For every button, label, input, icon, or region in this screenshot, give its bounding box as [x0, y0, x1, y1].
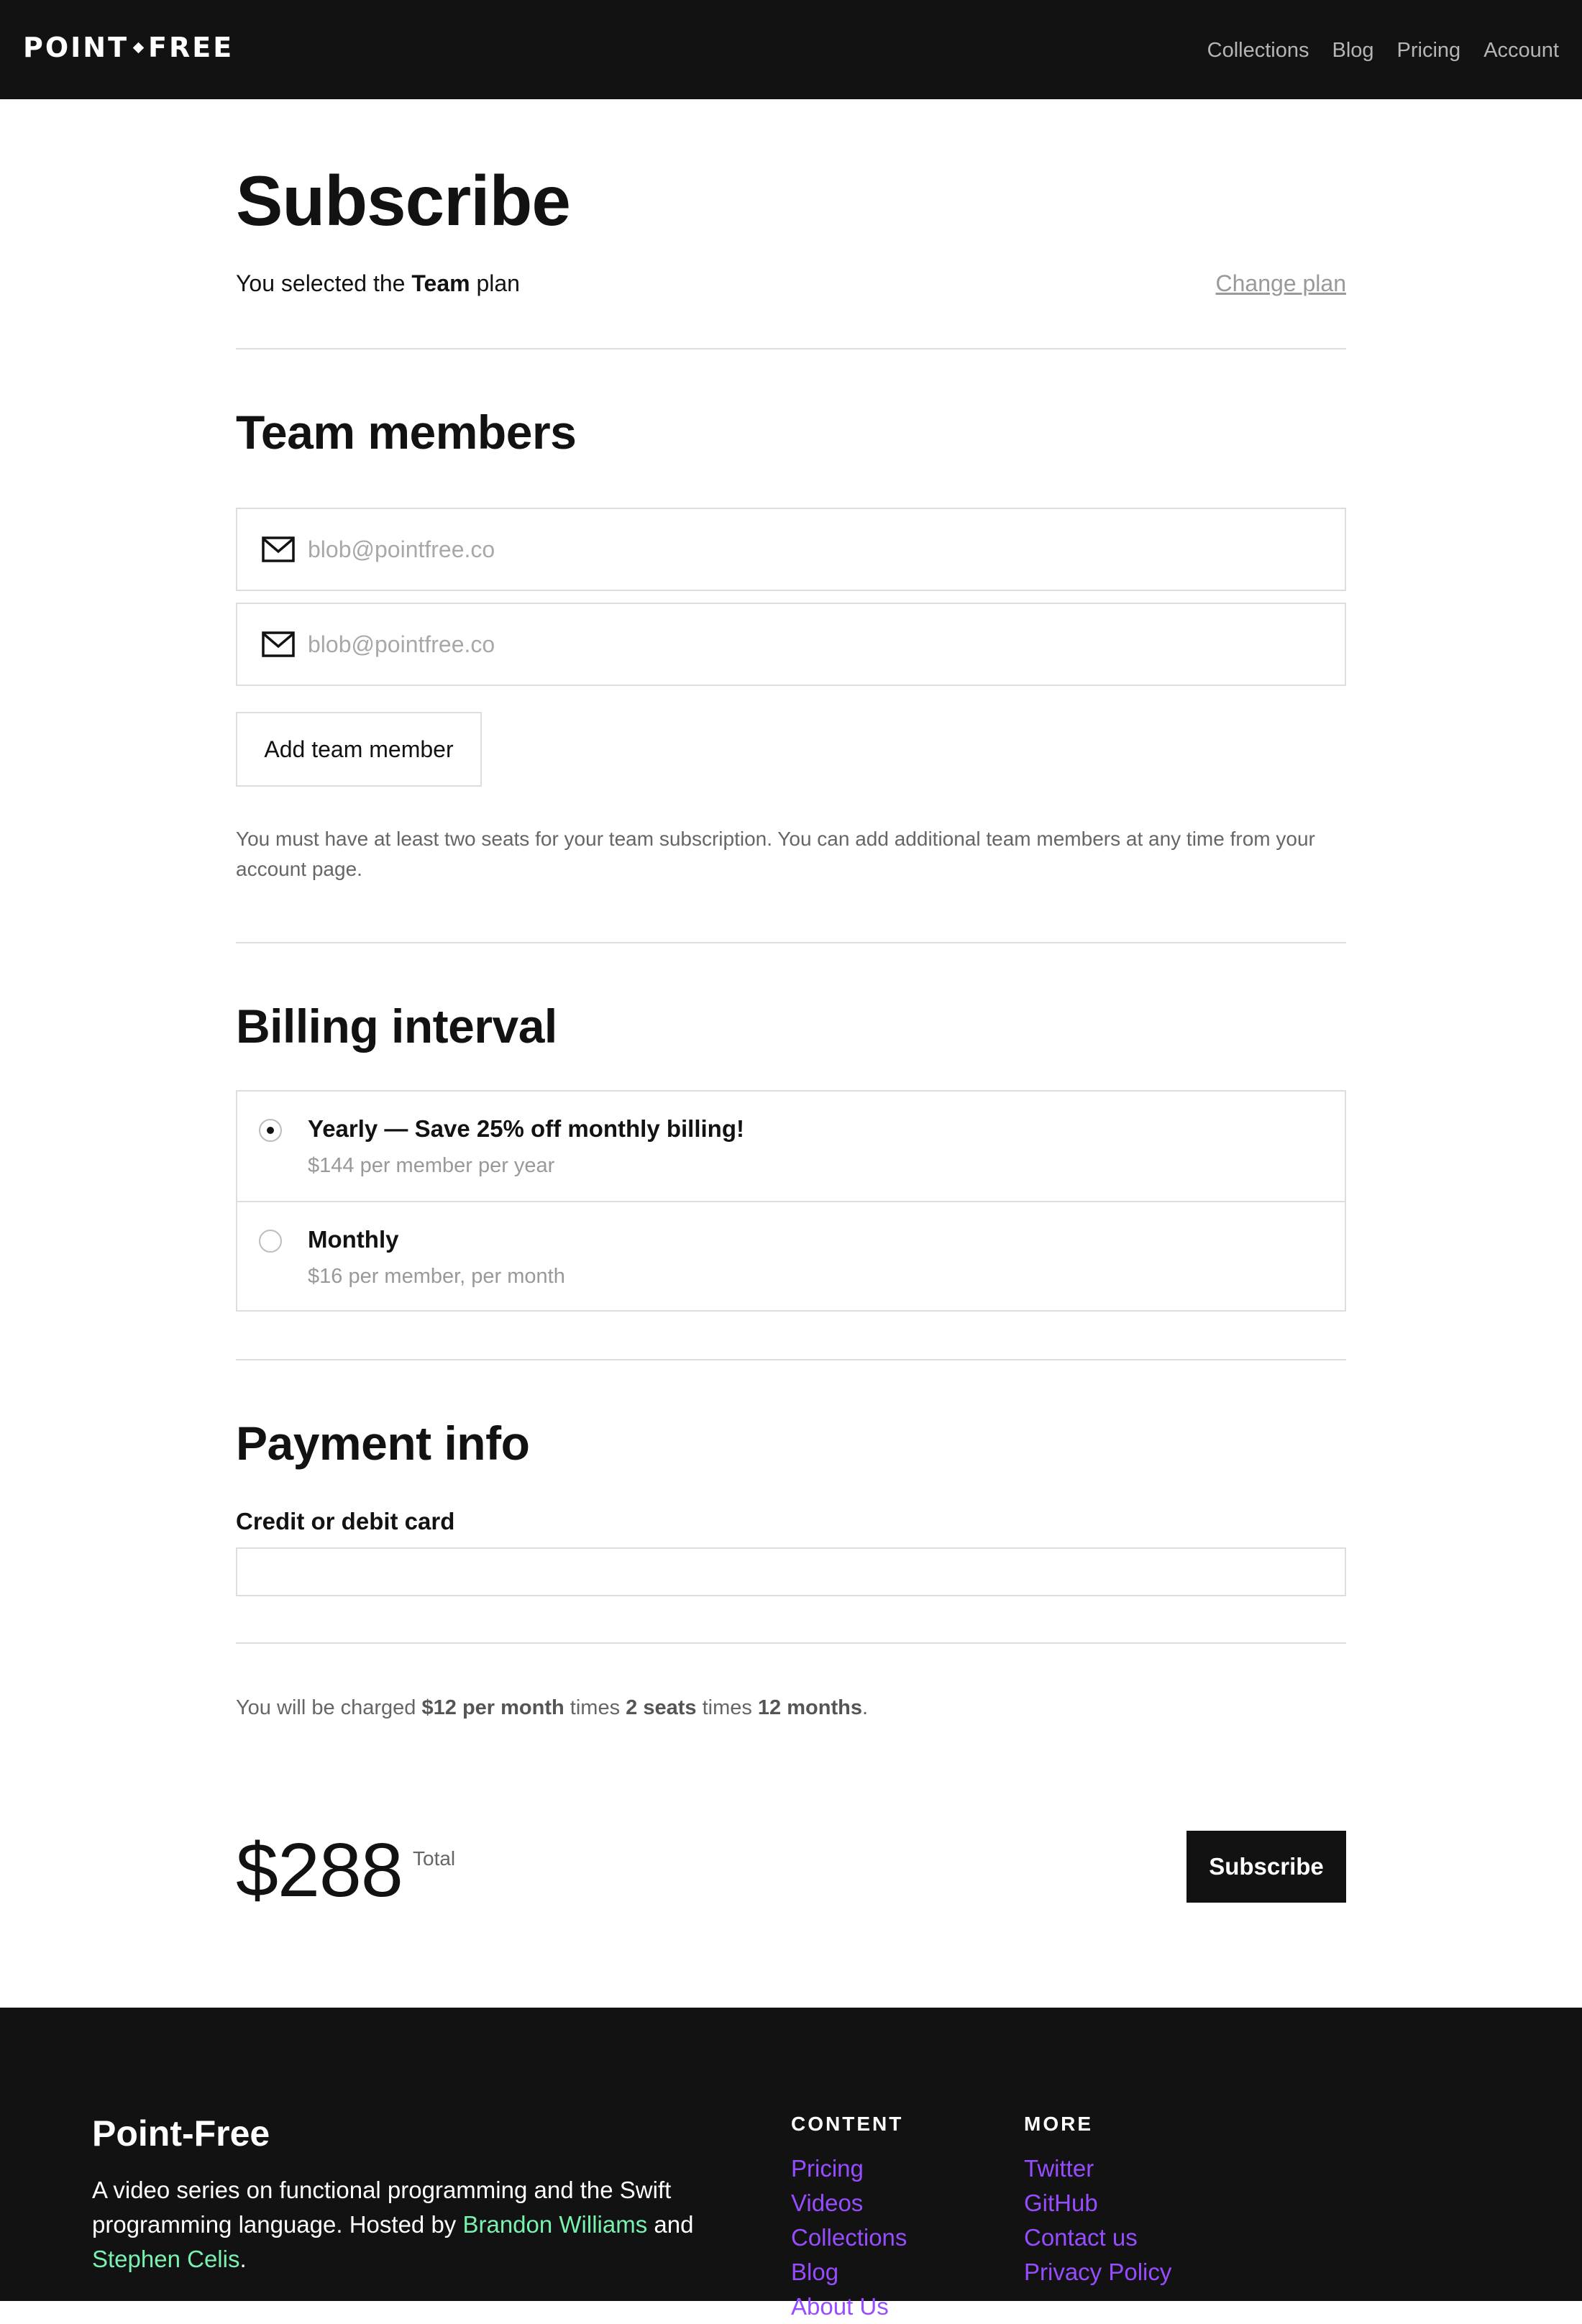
top-navbar: POINT FREE Collections Blog Pricing Acco…: [0, 0, 1582, 99]
plan-prefix: You selected the: [236, 270, 406, 296]
charge-months: 12 months: [757, 1696, 862, 1719]
charge-end: .: [861, 1696, 869, 1719]
total-amount: $288: [236, 1828, 403, 1913]
charge-seats: 2 seats: [626, 1696, 697, 1719]
radio-checked-icon[interactable]: [259, 1119, 282, 1142]
email-input-1[interactable]: [308, 536, 1300, 563]
footer-link-blog[interactable]: Blog: [791, 2255, 907, 2289]
footer-link-pricing[interactable]: Pricing: [791, 2151, 907, 2186]
footer-link-collections[interactable]: Collections: [791, 2220, 907, 2255]
footer-more-heading: MORE: [1024, 2113, 1093, 2135]
card-label: Credit or debit card: [236, 1508, 455, 1534]
footer-brand: Point-Free: [92, 2113, 270, 2154]
charge-summary: You will be charged $12 per month times …: [236, 1696, 868, 1721]
footer-link-twitter[interactable]: Twitter: [1024, 2151, 1171, 2186]
team-member-email-field[interactable]: [236, 603, 1346, 686]
mail-icon: [262, 536, 295, 562]
billing-interval-options: Yearly — Save 25% off monthly billing! $…: [236, 1090, 1346, 1312]
billing-option-monthly[interactable]: Monthly $16 per member, per month: [237, 1201, 1345, 1310]
nav-pricing[interactable]: Pricing: [1397, 33, 1461, 68]
team-members-heading: Team members: [236, 406, 577, 459]
seats-note: You must have at least two seats for you…: [236, 828, 1315, 880]
nav-collections[interactable]: Collections: [1207, 33, 1309, 68]
email-input-2[interactable]: [308, 631, 1300, 658]
total-label: Total: [413, 1847, 456, 1870]
point-free-logo[interactable]: POINT FREE: [23, 30, 234, 65]
footer-link-github[interactable]: GitHub: [1024, 2186, 1171, 2220]
footer-content-heading: CONTENT: [791, 2113, 904, 2135]
billing-option-yearly[interactable]: Yearly — Save 25% off monthly billing! $…: [237, 1092, 1345, 1201]
billing-option-title: Yearly — Save 25% off monthly billing!: [308, 1115, 744, 1142]
footer-desc-end: .: [239, 2246, 247, 2272]
charge-times: times: [702, 1696, 752, 1719]
selected-plan-text: You selected the Team plan: [236, 270, 520, 297]
divider: [236, 942, 1346, 943]
subscribe-button[interactable]: Subscribe: [1186, 1831, 1346, 1903]
change-plan-link[interactable]: Change plan: [1216, 270, 1346, 297]
logo-text-right: FREE: [148, 32, 234, 63]
host-link-brandon[interactable]: Brandon Williams: [462, 2211, 647, 2238]
divider: [236, 348, 1346, 349]
mail-icon: [262, 631, 295, 657]
billing-option-subtitle: $16 per member, per month: [308, 1265, 565, 1288]
add-team-member-button[interactable]: Add team member: [236, 712, 482, 787]
host-link-stephen[interactable]: Stephen Celis: [92, 2246, 239, 2272]
payment-info-heading: Payment info: [236, 1417, 530, 1470]
radio-unchecked-icon[interactable]: [259, 1230, 282, 1253]
footer-description: A video series on functional programming…: [92, 2173, 725, 2277]
charge-rate: $12 per month: [421, 1696, 564, 1719]
plan-suffix: plan: [476, 270, 520, 296]
footer-link-videos[interactable]: Videos: [791, 2186, 907, 2220]
nav-blog[interactable]: Blog: [1332, 33, 1374, 68]
main-nav: Collections Blog Pricing Account: [1207, 33, 1559, 68]
footer-more-column: MORE Twitter GitHub Contact us Privacy P…: [1024, 2114, 1171, 2289]
footer-link-about-us[interactable]: About Us: [791, 2289, 907, 2324]
footer-content-column: CONTENT Pricing Videos Collections Blog …: [791, 2114, 907, 2324]
billing-interval-heading: Billing interval: [236, 999, 557, 1053]
footer-link-contact-us[interactable]: Contact us: [1024, 2220, 1171, 2255]
divider: [236, 1359, 1346, 1360]
logo-diamond-icon: [132, 42, 145, 53]
footer-link-privacy-policy[interactable]: Privacy Policy: [1024, 2255, 1171, 2289]
nav-account[interactable]: Account: [1483, 33, 1559, 68]
footer-desc-and: and: [654, 2211, 694, 2238]
billing-option-title: Monthly: [308, 1226, 399, 1253]
charge-times: times: [570, 1696, 621, 1719]
billing-option-subtitle: $144 per member per year: [308, 1154, 555, 1177]
plan-name: Team: [411, 270, 470, 296]
logo-text-left: POINT: [23, 32, 129, 63]
site-footer: Point-Free A video series on functional …: [0, 2008, 1582, 2320]
charge-prefix: You will be charged: [236, 1696, 416, 1719]
card-input[interactable]: [236, 1547, 1346, 1596]
page-title: Subscribe: [236, 161, 571, 240]
team-member-email-field[interactable]: [236, 508, 1346, 591]
divider: [236, 1642, 1346, 1644]
